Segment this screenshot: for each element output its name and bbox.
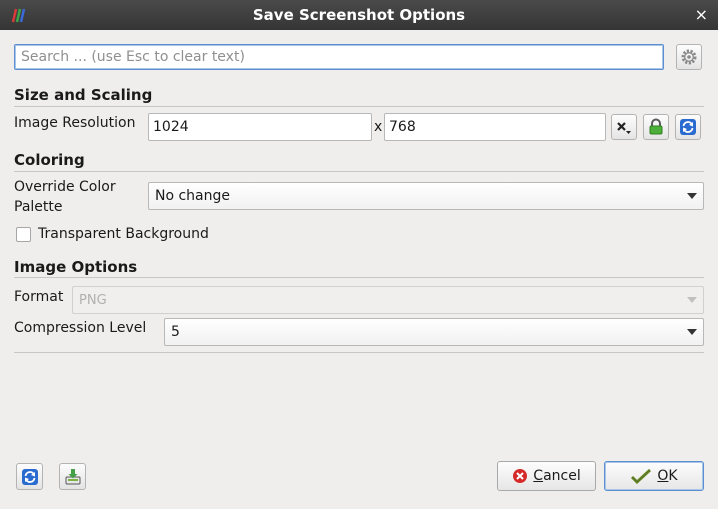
resolution-separator: x	[374, 119, 383, 135]
section-divider	[14, 277, 704, 278]
chevron-down-icon	[687, 193, 697, 199]
section-divider	[14, 106, 704, 107]
clear-resolution-button[interactable]	[611, 114, 637, 140]
lock-aspect-button[interactable]	[643, 114, 669, 140]
resolution-width-input[interactable]	[148, 113, 372, 141]
save-defaults-icon	[65, 468, 80, 484]
section-divider	[14, 171, 704, 172]
section-divider	[14, 352, 704, 353]
transparent-background-checkbox[interactable]	[16, 227, 31, 242]
title-bar: Save Screenshot Options ×	[0, 0, 718, 30]
lock-icon	[649, 118, 663, 135]
clear-dropdown-icon	[617, 122, 631, 134]
swap-resolution-button[interactable]	[675, 114, 701, 140]
compression-level-value: 5	[171, 324, 180, 340]
image-options-header: Image Options	[14, 258, 138, 276]
reset-defaults-button[interactable]	[16, 463, 43, 490]
dialog-body: Size and Scaling Image Resolution x Colo…	[0, 30, 718, 509]
format-select[interactable]: PNG	[72, 286, 704, 314]
ok-button[interactable]: OK	[604, 461, 704, 491]
override-palette-select[interactable]: No change	[148, 182, 704, 210]
override-palette-label: Override Color	[14, 179, 116, 195]
override-palette-value: No change	[155, 188, 231, 204]
compression-level-label: Compression Level	[14, 320, 147, 336]
gear-icon	[681, 49, 697, 65]
chevron-down-icon	[687, 297, 697, 303]
close-icon[interactable]: ×	[695, 5, 708, 24]
coloring-header: Coloring	[14, 151, 85, 169]
advanced-settings-button[interactable]	[676, 44, 702, 70]
cancel-icon	[513, 469, 528, 483]
ok-check-icon	[631, 468, 652, 484]
resolution-height-input[interactable]	[384, 113, 606, 141]
save-as-defaults-button[interactable]	[59, 463, 86, 490]
window-title: Save Screenshot Options	[252, 6, 466, 24]
cancel-button[interactable]: Cancel	[497, 461, 596, 491]
refresh-icon	[21, 468, 38, 485]
override-palette-label-line2: Palette	[14, 199, 63, 215]
search-input[interactable]	[14, 44, 664, 70]
ok-label: OK	[657, 468, 678, 484]
compression-level-select[interactable]: 5	[164, 318, 704, 346]
refresh-icon	[680, 119, 696, 135]
cancel-label: Cancel	[533, 468, 581, 484]
transparent-background-label: Transparent Background	[38, 226, 209, 242]
format-value: PNG	[79, 292, 107, 308]
image-resolution-label: Image Resolution	[14, 115, 136, 131]
format-label: Format	[14, 289, 64, 305]
chevron-down-icon	[687, 329, 697, 335]
size-scaling-header: Size and Scaling	[14, 86, 153, 104]
